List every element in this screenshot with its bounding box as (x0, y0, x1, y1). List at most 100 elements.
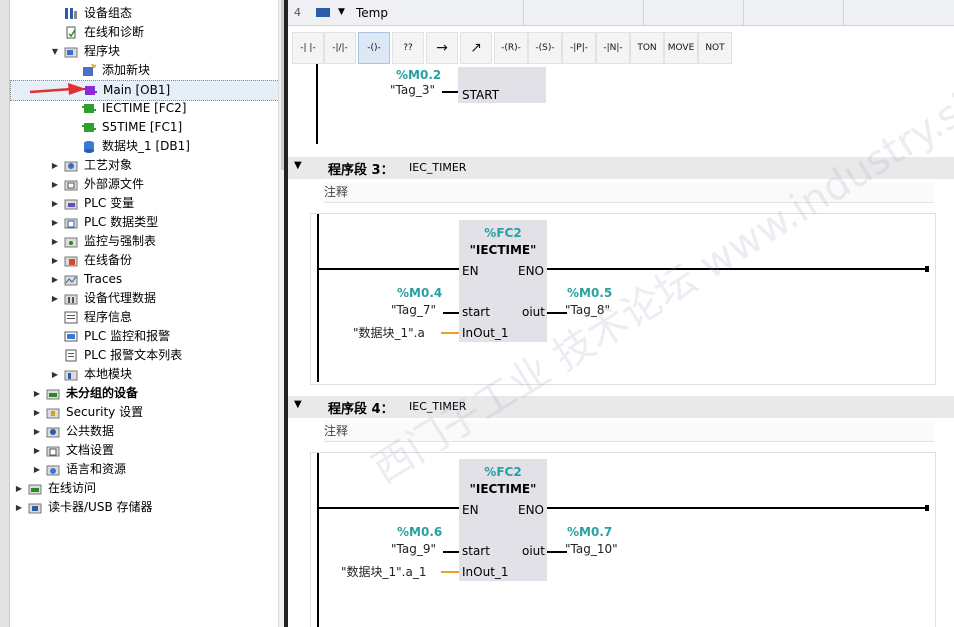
tree-item-db1[interactable]: 数据块_1 [DB1] (82, 137, 262, 156)
common-data-icon (46, 425, 60, 438)
not-button[interactable]: NOT (698, 32, 732, 64)
ton-button[interactable]: TON (630, 32, 664, 64)
tree-item-alarm-text[interactable]: PLC 报警文本列表 (64, 346, 264, 365)
tree-item-plc-alarms[interactable]: PLC 监控和报警 (64, 327, 264, 346)
inout-tag[interactable]: "数据块_1".a (353, 324, 425, 341)
chevron-right-icon[interactable]: ▶ (50, 270, 60, 289)
chevron-down-icon[interactable]: ▼ (294, 399, 302, 410)
tree-item-tech-objects[interactable]: ▶ 工艺对象 (50, 156, 270, 175)
eno-pin: ENO (518, 503, 545, 517)
input-tag[interactable]: "Tag_9" (391, 542, 436, 556)
input-wire (443, 312, 459, 314)
chevron-right-icon[interactable]: ▶ (50, 289, 60, 308)
power-rail (316, 64, 318, 144)
tree-item-ungrouped[interactable]: ▶ 未分组的设备 (32, 384, 272, 403)
tree-item-s5time-fc1[interactable]: S5TIME [FC1] (82, 118, 262, 137)
ladder-toolbar: -| |- -|/|- -()- ?? → ↗ -(R)- -(S)- -|P|… (288, 30, 954, 64)
power-rail (317, 453, 319, 627)
en-wire (317, 507, 459, 509)
block-address: %FC2 (484, 226, 522, 240)
tree-item-plc-datatypes[interactable]: ▶ PLC 数据类型 (50, 213, 270, 232)
chevron-right-icon[interactable]: ▶ (50, 251, 60, 270)
chevron-right-icon[interactable]: ▶ (32, 460, 42, 479)
block-pin: START (462, 88, 500, 102)
chevron-right-icon[interactable]: ▶ (50, 156, 60, 175)
en-wire (317, 268, 459, 270)
reset-coil-button[interactable]: -(R)- (494, 32, 528, 64)
tree-item-traces[interactable]: ▶ Traces (50, 270, 270, 289)
chevron-down-icon[interactable]: ▼ (50, 42, 60, 61)
chevron-down-icon[interactable]: ▼ (338, 7, 345, 17)
backup-icon (64, 254, 78, 267)
eno-pin: ENO (518, 264, 545, 278)
chevron-down-icon[interactable]: ▼ (294, 160, 302, 171)
input-address: %M0.4 (397, 286, 443, 300)
interface-grid-line (843, 0, 844, 25)
output-wire (547, 551, 567, 553)
network-name[interactable]: IEC_TIMER (409, 161, 466, 174)
tree-item-program-info[interactable]: 程序信息 (64, 308, 264, 327)
interface-row[interactable]: 4 ▼ Temp (288, 0, 954, 26)
move-button[interactable]: MOVE (664, 32, 698, 64)
tree-item-watch-tables[interactable]: ▶ 监控与强制表 (50, 232, 270, 251)
power-rail (317, 214, 319, 382)
nc-contact-button[interactable]: -|/|- (324, 32, 356, 64)
chevron-right-icon[interactable]: ▶ (32, 384, 42, 403)
traces-icon (64, 273, 78, 286)
close-branch-button[interactable]: ↗ (460, 32, 492, 64)
tree-item-online-access[interactable]: ▶ 在线访问 (14, 479, 264, 498)
tree-item-local-modules[interactable]: ▶ 本地模块 (50, 365, 270, 384)
tech-object-icon (64, 159, 78, 172)
chevron-right-icon[interactable]: ▶ (32, 441, 42, 460)
online-diag-icon (64, 26, 78, 39)
ext-source-icon (64, 178, 78, 191)
chevron-right-icon[interactable]: ▶ (50, 365, 60, 384)
input-tag[interactable]: "Tag_7" (391, 303, 436, 317)
interface-grid-line (523, 0, 524, 25)
fc-call-block[interactable]: %FC2 "IECTIME" EN ENO start oiut InOut_1 (459, 220, 547, 342)
n-contact-button[interactable]: -|N|- (596, 32, 630, 64)
network-header[interactable]: ▼ 程序段 4： IEC_TIMER (288, 396, 954, 418)
inout-wire (441, 332, 459, 334)
call-block[interactable]: START (458, 67, 546, 103)
tree-item-security[interactable]: ▶ Security 设置 (32, 403, 272, 422)
tree-item-iectime-fc2[interactable]: IECTIME [FC2] (82, 99, 262, 118)
chevron-right-icon[interactable]: ▶ (32, 422, 42, 441)
output-pin: oiut (522, 305, 545, 319)
interface-row-name: Temp (356, 6, 388, 20)
coil-button[interactable]: -()- (358, 32, 390, 64)
empty-box-button[interactable]: ?? (392, 32, 424, 64)
p-contact-button[interactable]: -|P|- (562, 32, 596, 64)
tree-item-online-diag[interactable]: 在线和诊断 (64, 23, 264, 42)
inout-tag[interactable]: "数据块_1".a_1 (341, 563, 426, 580)
tree-item-program-blocks[interactable]: ▼ 程序块 (50, 42, 270, 61)
chevron-right-icon[interactable]: ▶ (50, 232, 60, 251)
tree-item-add-block[interactable]: 添加新块 (82, 61, 262, 80)
output-tag[interactable]: "Tag_10" (565, 542, 618, 556)
ungrouped-icon (46, 387, 60, 400)
tree-item-online-backup[interactable]: ▶ 在线备份 (50, 251, 270, 270)
fc-call-block[interactable]: %FC2 "IECTIME" EN ENO start oiut InOut_1 (459, 459, 547, 581)
chevron-right-icon[interactable]: ▶ (32, 403, 42, 422)
chevron-right-icon[interactable]: ▶ (50, 213, 60, 232)
chevron-right-icon[interactable]: ▶ (50, 194, 60, 213)
chevron-right-icon[interactable]: ▶ (14, 498, 24, 517)
input-pin: start (462, 305, 490, 319)
tree-item-doc-settings[interactable]: ▶ 文档设置 (32, 441, 272, 460)
tree-item-card-reader[interactable]: ▶ 读卡器/USB 存储器 (14, 498, 264, 517)
set-coil-button[interactable]: -(S)- (528, 32, 562, 64)
rung-end-marker (925, 266, 929, 272)
tree-item-common-data[interactable]: ▶ 公共数据 (32, 422, 272, 441)
input-wire (443, 551, 459, 553)
operand-tag[interactable]: "Tag_3" (390, 83, 435, 97)
tree-item-proxy-data[interactable]: ▶ 设备代理数据 (50, 289, 270, 308)
no-contact-button[interactable]: -| |- (292, 32, 324, 64)
chevron-right-icon[interactable]: ▶ (50, 175, 60, 194)
open-branch-button[interactable]: → (426, 32, 458, 64)
tree-item-device-config[interactable]: 设备组态 (64, 4, 264, 23)
tree-item-ext-source[interactable]: ▶ 外部源文件 (50, 175, 270, 194)
chevron-right-icon[interactable]: ▶ (14, 479, 24, 498)
tree-item-languages[interactable]: ▶ 语言和资源 (32, 460, 272, 479)
output-pin: oiut (522, 544, 545, 558)
tree-item-plc-tags[interactable]: ▶ PLC 变量 (50, 194, 270, 213)
